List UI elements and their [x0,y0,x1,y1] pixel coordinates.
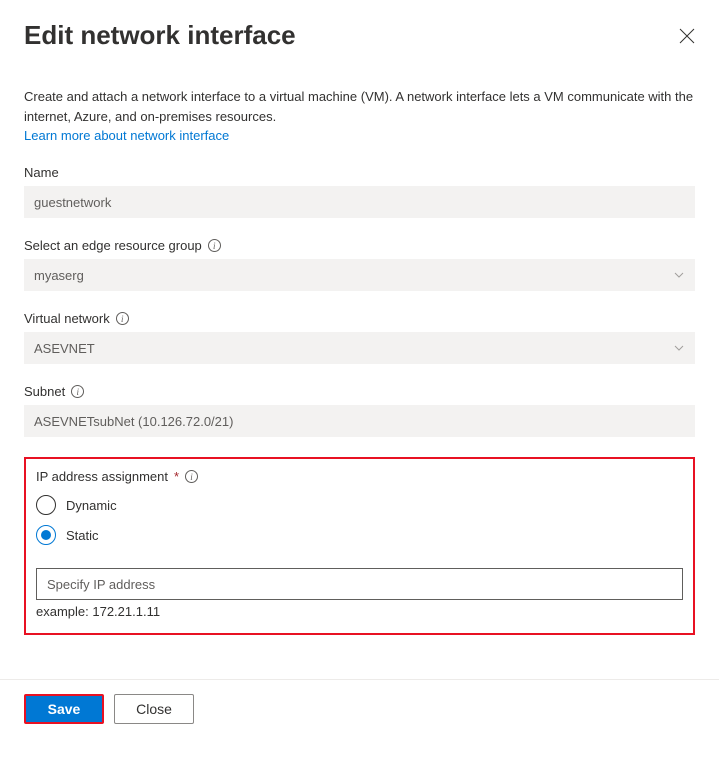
name-input [24,186,695,218]
vnet-select: ASEVNET [24,332,695,364]
page-title: Edit network interface [24,20,296,51]
radio-static-label: Static [66,528,99,543]
info-icon[interactable]: i [208,239,221,252]
info-icon[interactable]: i [116,312,129,325]
panel-header: Edit network interface [24,20,695,51]
radio-dynamic-label: Dynamic [66,498,117,513]
radio-static[interactable]: Static [36,520,683,550]
learn-more-link[interactable]: Learn more about network interface [24,128,229,143]
ip-assignment-section: IP address assignment * i Dynamic Static… [24,457,695,635]
save-button[interactable]: Save [24,694,104,724]
subnet-label: Subnet [24,384,65,399]
resource-group-select: myaserg [24,259,695,291]
footer-divider [0,679,719,680]
footer-actions: Save Close [0,694,719,724]
chevron-down-icon [673,342,685,354]
radio-dynamic[interactable]: Dynamic [36,490,683,520]
close-icon[interactable] [679,28,695,44]
subnet-input [24,405,695,437]
field-vnet: Virtual network i ASEVNET [24,311,695,364]
field-name: Name [24,165,695,218]
radio-icon [36,495,56,515]
ip-assignment-label: IP address assignment [36,469,168,484]
resource-group-label: Select an edge resource group [24,238,202,253]
close-button[interactable]: Close [114,694,194,724]
info-icon[interactable]: i [71,385,84,398]
description-text: Create and attach a network interface to… [24,87,695,126]
required-asterisk: * [174,469,179,484]
vnet-value: ASEVNET [34,341,95,356]
ip-example-text: example: 172.21.1.11 [36,604,683,619]
vnet-label: Virtual network [24,311,110,326]
ip-address-input[interactable] [36,568,683,600]
field-subnet: Subnet i [24,384,695,437]
chevron-down-icon [673,269,685,281]
name-label: Name [24,165,695,180]
field-resource-group: Select an edge resource group i myaserg [24,238,695,291]
info-icon[interactable]: i [185,470,198,483]
resource-group-value: myaserg [34,268,84,283]
radio-icon [36,525,56,545]
